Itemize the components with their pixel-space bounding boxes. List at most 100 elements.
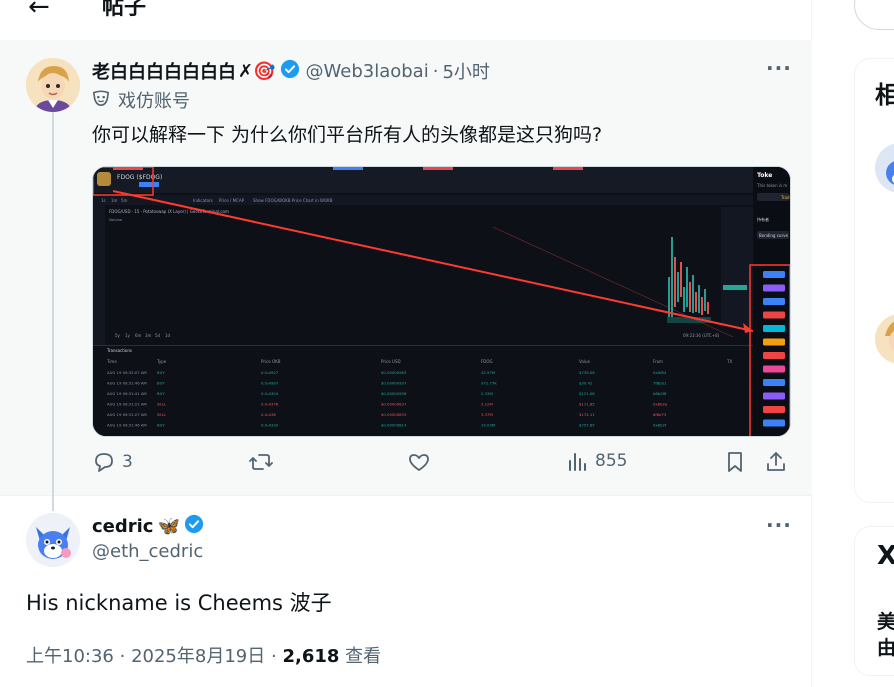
tx-cell: 0x0f84: [653, 370, 667, 375]
tx-cell: BUY: [157, 423, 165, 428]
holder-chip: [763, 311, 785, 319]
tx-cell: 0.0₀4333: [261, 423, 279, 428]
post-date[interactable]: 2025年8月19日: [131, 646, 265, 667]
holder-chip: [763, 392, 785, 400]
media-range-3: 3m: [145, 333, 152, 338]
thread-connector-line-lower: [52, 497, 54, 511]
tx-cell: BUY: [157, 391, 165, 396]
tx-cell: 2.33M: [481, 391, 493, 396]
avatar-image: [26, 58, 80, 112]
tx-cell: 0x8b2a: [653, 402, 667, 407]
tx-cell: $0.00000814: [381, 423, 407, 428]
reply-author-name[interactable]: cedric: [92, 516, 153, 537]
author-row: 老白白白白白白白 ✗🎯 @Web3laobai · 5小时: [92, 58, 490, 84]
tx-col-header: FDOG: [481, 359, 493, 364]
tx-cell: $0.00000833: [381, 412, 407, 417]
author-handle[interactable]: @Web3laobai: [306, 61, 429, 82]
tweet-text: 你可以解释一下 为什么你们平台所有人的头像都是这只狗吗?: [92, 124, 603, 146]
repost-button[interactable]: [248, 450, 274, 474]
views-button[interactable]: 855: [567, 450, 627, 472]
tx-col-header: TX: [726, 359, 732, 364]
tx-cell: 0.0₀4997: [261, 381, 279, 386]
view-label: 查看: [345, 646, 382, 667]
tweet-media-image[interactable]: FDOG ($FDOG) 1s 1m 5m Indicators Price /…: [92, 166, 791, 437]
media-volume-label: Volume: [109, 218, 122, 222]
more-options-icon[interactable]: ···: [766, 56, 792, 80]
thread-connector-line: [52, 112, 54, 510]
mask-icon: [92, 89, 110, 112]
media-tb-4: Price / MCAP: [219, 198, 245, 203]
holder-chip: [763, 298, 785, 305]
media-tb-1: 1m: [111, 198, 118, 203]
separator-dot: ·: [432, 60, 439, 82]
tx-cell: AUG 19 09:31:46 AM: [107, 381, 147, 386]
trending-card: X 美 由: [854, 526, 894, 676]
verified-badge-icon[interactable]: [280, 59, 300, 83]
avatar[interactable]: [26, 58, 80, 112]
reply-handle[interactable]: @eth_cedric: [92, 541, 203, 562]
like-button[interactable]: [407, 450, 431, 474]
holder-chip: [763, 284, 785, 292]
back-button[interactable]: ←: [28, 0, 50, 20]
tx-cell: 2.12M: [481, 402, 493, 407]
parody-label-text: 戏仿账号: [118, 91, 190, 112]
bookmark-button[interactable]: [724, 450, 746, 474]
main-column: ← 帖子 老白白白白白白白 ✗🎯 @Web3laobai · 5小时 ··· 戏…: [0, 0, 812, 687]
tx-cell: $174.11: [579, 412, 595, 417]
holder-chip: [763, 271, 785, 278]
author-name[interactable]: 老白白白白白白白: [92, 58, 236, 84]
side-subtitle: This token is m: [756, 183, 787, 188]
tx-cell: b8b2f8: [653, 391, 667, 396]
reply-avatar[interactable]: [26, 513, 80, 567]
avatar[interactable]: [875, 314, 894, 364]
tx-cell: 0.0₀4927: [261, 370, 279, 375]
holder-chip: [763, 365, 785, 373]
media-tb-5: Show FDOG/WOKB Price Chart in WOKB: [253, 198, 333, 203]
tx-cell: AUG 19 09:31:46 AM: [107, 423, 147, 428]
trending-item[interactable]: 由: [877, 633, 894, 660]
views-count: 855: [595, 451, 628, 471]
tx-cell: $0.00000937: [381, 381, 407, 386]
media-tb-3: Indicators: [193, 198, 213, 203]
post-time[interactable]: 上午10:36: [26, 646, 114, 667]
view-count: 2,618: [282, 646, 340, 667]
tx-cell: BUY: [157, 381, 165, 386]
tx-cell: AUG 19 09:31:27 AM: [107, 412, 147, 417]
tx-cell: 3.37M: [481, 412, 493, 417]
tx-cell: SELL: [157, 402, 167, 407]
tx-cell: 0.0₀4304: [261, 391, 279, 396]
tx-cell: $30.42: [579, 381, 593, 386]
post-time[interactable]: 5小时: [442, 58, 489, 84]
reply-button[interactable]: 3: [92, 450, 133, 474]
bookmark-icon: [728, 452, 742, 472]
page-header: ← 帖子: [0, 0, 812, 40]
holder-chip: [763, 352, 785, 359]
verified-badge-icon[interactable]: [184, 514, 204, 538]
tx-cell: 14.03M: [481, 423, 495, 428]
post-meta: 上午10:36 · 2025年8月19日 · 2,618 查看: [26, 642, 381, 668]
avatar-image: [26, 513, 80, 567]
more-options-icon[interactable]: ···: [766, 513, 792, 537]
avatar[interactable]: [875, 143, 894, 193]
tx-cell: AUG 19 09:31:22 AM: [107, 402, 147, 407]
author-emoji: ✗🎯: [238, 60, 276, 82]
reply-icon: [95, 453, 113, 472]
share-button[interactable]: [764, 450, 788, 474]
tx-col-header: Price USD: [381, 359, 401, 364]
tx-cell: 0.0₀4376: [261, 402, 279, 407]
media-range-4: 5d: [155, 333, 161, 338]
media-transactions-tab: Transactions: [106, 348, 132, 353]
tweet-reply[interactable]: cedric 🦋 @eth_cedric ··· His nickname is…: [0, 497, 812, 687]
search-box[interactable]: [854, 0, 894, 30]
tx-cell: $757.85: [579, 423, 595, 428]
tx-cell: AUG 19 09:32:07 AM: [107, 370, 147, 375]
side-curve: Bonding curve: [759, 233, 788, 238]
holder-chip: [763, 419, 785, 427]
page-title: 帖子: [102, 0, 147, 20]
tweet-original[interactable]: 老白白白白白白白 ✗🎯 @Web3laobai · 5小时 ··· 戏仿账号 你…: [0, 40, 812, 510]
tx-col-header: Type: [156, 359, 167, 364]
trending-item[interactable]: 美: [877, 607, 894, 634]
tx-cell: $111.85: [579, 402, 595, 407]
holder-chip: [763, 379, 785, 386]
parody-account-label: 戏仿账号: [92, 88, 190, 112]
